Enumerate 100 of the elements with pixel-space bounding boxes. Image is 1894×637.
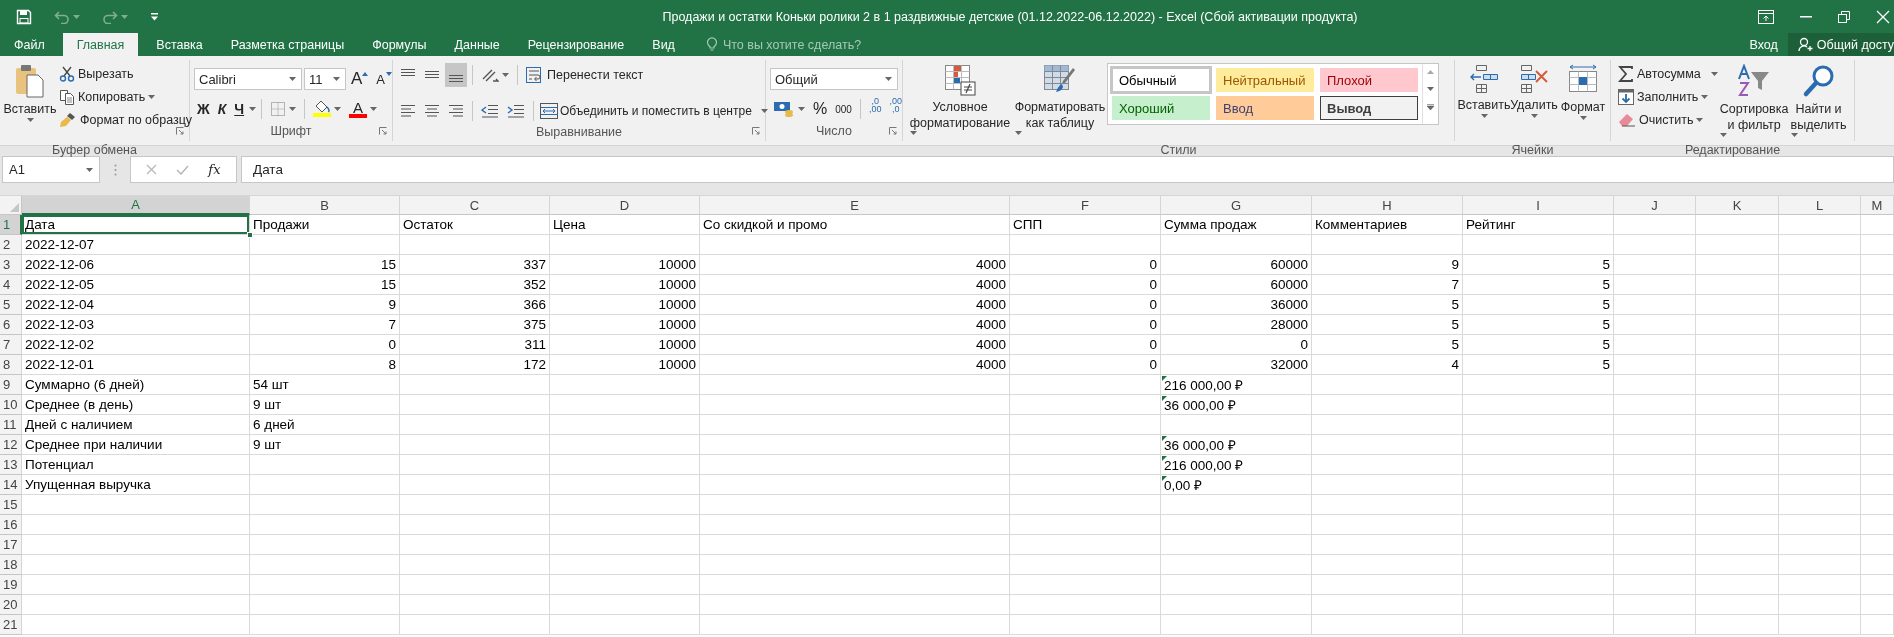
number-format-field[interactable]: Общий (770, 68, 898, 90)
ribbon-tab[interactable]: Данные (440, 33, 514, 56)
format-painter-button[interactable]: Формат по образцу (56, 108, 196, 131)
row-header[interactable]: 5 (0, 295, 22, 315)
cell-style[interactable]: Нейтральный (1216, 68, 1314, 92)
row-header[interactable]: 11 (0, 415, 22, 435)
row-header[interactable]: 20 (0, 595, 22, 615)
font-color-button[interactable]: A (346, 97, 381, 121)
font-name-field[interactable]: Calibri (194, 68, 302, 90)
column-header[interactable]: K (1696, 196, 1779, 215)
cell-style[interactable]: Плохой (1320, 68, 1418, 92)
minimize-icon[interactable] (1800, 15, 1812, 18)
ribbon-tab[interactable]: Разметка страницы (216, 33, 359, 56)
delete-cells-button[interactable]: Удалить (1509, 60, 1559, 142)
cell-style[interactable]: Ввод (1216, 96, 1314, 120)
cell-style[interactable]: Хороший (1112, 96, 1210, 120)
row-header[interactable]: 4 (0, 275, 22, 295)
row-header[interactable]: 17 (0, 535, 22, 555)
underline-button[interactable]: Ч (231, 97, 248, 121)
column-header[interactable]: L (1779, 196, 1861, 215)
decrease-decimal-button[interactable]: ,00 ,0 (886, 97, 905, 121)
fill-handle[interactable] (247, 232, 253, 238)
scroll-down-icon[interactable] (1427, 87, 1434, 91)
table-cell: 5 (1463, 275, 1614, 295)
copy-button[interactable]: Копировать (56, 85, 196, 108)
column-header[interactable]: A (22, 196, 250, 215)
ribbon-tab[interactable]: Формулы (358, 33, 441, 56)
customize-button[interactable] (150, 12, 159, 21)
thousands-button[interactable]: 000 (832, 97, 855, 121)
column-header[interactable]: B (250, 196, 400, 215)
cell-style[interactable]: Вывод (1320, 96, 1418, 120)
row-header[interactable]: 10 (0, 395, 22, 415)
cell-style[interactable]: Обычный (1112, 68, 1210, 92)
format-as-table-button[interactable]: Форматировать как таблицу (1013, 60, 1107, 142)
formula-field[interactable]: Дата (241, 156, 1894, 183)
dialog-launcher-icon[interactable] (379, 127, 387, 135)
grow-font-button[interactable]: A (348, 67, 372, 91)
autosum-button[interactable]: Автосумма (1615, 62, 1722, 85)
restore-icon[interactable] (1838, 10, 1850, 23)
column-header[interactable]: C (400, 196, 550, 215)
column-header[interactable]: M (1861, 196, 1894, 215)
table-cell: 4000 (700, 255, 1010, 275)
shrink-font-button[interactable]: A (373, 67, 395, 91)
insert-function-button[interactable]: fx (208, 162, 221, 177)
conditional-formatting-button[interactable]: Условное форматирование (907, 60, 1013, 142)
cut-button[interactable]: Вырезать (56, 62, 196, 85)
save-button[interactable] (16, 8, 32, 25)
dialog-launcher-icon[interactable] (889, 127, 897, 135)
align-middle-icon (425, 71, 439, 79)
ribbon-tab[interactable]: Вид (638, 33, 689, 56)
column-header[interactable]: H (1312, 196, 1463, 215)
vertical-align-button[interactable] (445, 63, 467, 87)
paste-button[interactable]: Вставить (4, 60, 56, 142)
row-header[interactable]: 18 (0, 555, 22, 575)
row-header[interactable]: 15 (0, 495, 22, 515)
more-styles-icon[interactable] (1427, 104, 1434, 110)
share-button[interactable]: Общий досту (1787, 33, 1894, 56)
column-header[interactable]: I (1463, 196, 1614, 215)
sign-in-button[interactable]: Вход (1739, 33, 1788, 56)
sort-filter-button[interactable]: Сортировка и фильтр (1721, 60, 1788, 142)
name-box[interactable]: A1 (2, 156, 100, 183)
row-header[interactable]: 7 (0, 335, 22, 355)
row-header[interactable]: 16 (0, 515, 22, 535)
close-icon[interactable] (1876, 9, 1890, 24)
ribbon-tab[interactable]: Файл (0, 33, 59, 56)
row-header[interactable]: 14 (0, 475, 22, 495)
column-header[interactable]: D (550, 196, 700, 215)
row-header[interactable]: 1 (0, 215, 22, 235)
percent-button[interactable]: % (810, 97, 831, 121)
font-size-field[interactable]: 11 (304, 68, 346, 90)
column-header[interactable]: J (1614, 196, 1696, 215)
table-cell (1861, 575, 1894, 595)
ribbon-tab[interactable]: Главная (62, 33, 139, 56)
insert-cells-button[interactable]: Вставить (1459, 60, 1509, 142)
format-cells-button[interactable]: Формат (1559, 60, 1607, 142)
ribbon-tab[interactable]: Вставка (142, 33, 217, 56)
row-header[interactable]: 19 (0, 575, 22, 595)
ribbon-display-options-icon[interactable] (1758, 9, 1774, 24)
column-header[interactable]: E (700, 196, 1010, 215)
checkmark-icon[interactable] (176, 164, 190, 175)
group-label: Ячейки (1510, 142, 1555, 158)
column-header[interactable]: F (1010, 196, 1161, 215)
increase-decimal-button[interactable]: ,0 ,00 (865, 97, 885, 121)
row-header[interactable]: 3 (0, 255, 22, 275)
bold-button[interactable]: Ж (194, 97, 213, 121)
drag-handle-icon[interactable] (113, 163, 117, 176)
dialog-launcher-icon[interactable] (176, 127, 184, 135)
row-header[interactable]: 13 (0, 455, 22, 475)
row-header[interactable]: 6 (0, 315, 22, 335)
italic-button[interactable]: К (214, 97, 230, 121)
column-header[interactable]: G (1161, 196, 1312, 215)
dialog-launcher-icon[interactable] (752, 127, 760, 135)
ribbon-tab[interactable]: Рецензирование (513, 33, 639, 56)
row-header[interactable]: 2 (0, 235, 22, 255)
row-header[interactable]: 12 (0, 435, 22, 455)
row-header[interactable]: 21 (0, 615, 22, 635)
row-header[interactable]: 8 (0, 355, 22, 375)
row-header[interactable]: 9 (0, 375, 22, 395)
merge-center-button[interactable]: Объединить и поместить в центре (539, 99, 769, 123)
wrap-text-button[interactable]: Перенести текст (523, 63, 647, 87)
